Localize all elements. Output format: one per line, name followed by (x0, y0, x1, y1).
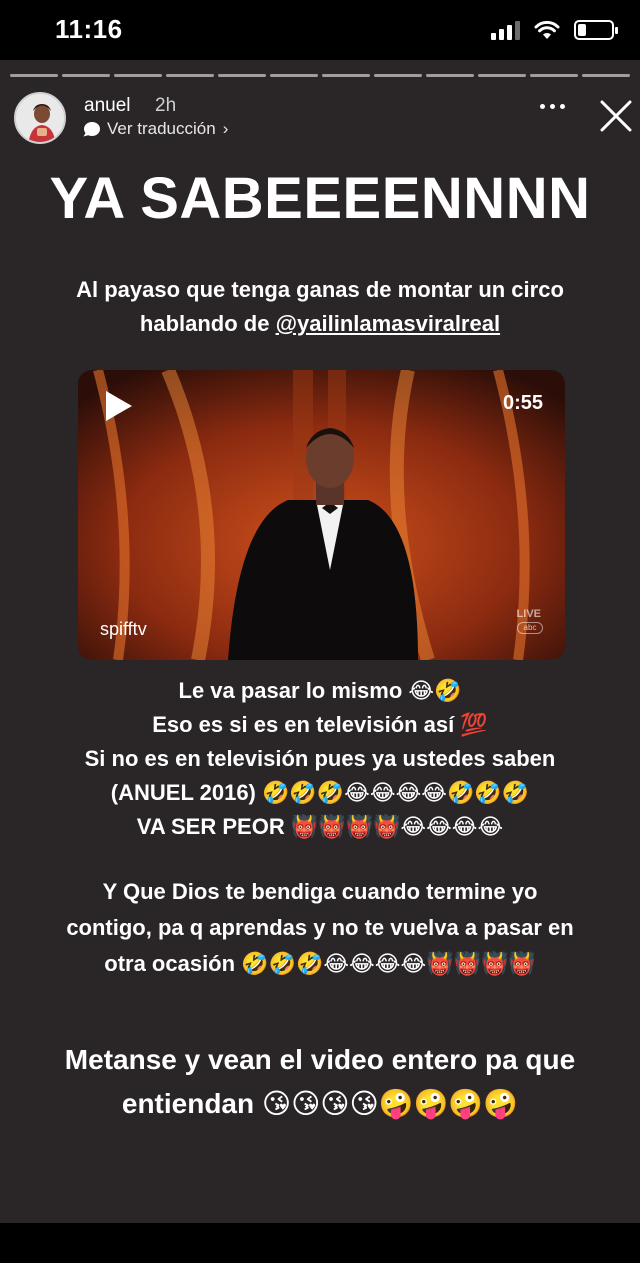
message-line: Metanse y vean el video entero pa que (64, 1044, 576, 1075)
story-viewer[interactable]: anuel 2h Ver traducción › YA SABEEEENNNN… (0, 60, 640, 1223)
progress-segment (374, 74, 422, 77)
progress-segment (478, 74, 526, 77)
progress-segment (62, 74, 110, 77)
progress-segment (530, 74, 578, 77)
avatar[interactable] (14, 92, 66, 144)
message-line: entiendan 😘😘😘😘🤪🤪🤪🤪 (121, 1088, 519, 1119)
message-line: Le va pasar lo mismo 😂🤣 (178, 678, 462, 703)
status-time: 11:16 (55, 14, 123, 44)
message-line: Si no es en televisión pues ya ustedes s… (84, 746, 556, 771)
progress-segment (582, 74, 630, 77)
video-network-logo: abc (517, 622, 543, 634)
close-icon[interactable] (598, 98, 634, 134)
progress-segment (270, 74, 318, 77)
battery-fill (578, 24, 586, 36)
intro-line-1: Al payaso que tenga ganas de montar un c… (76, 277, 564, 302)
wifi-icon (534, 20, 560, 39)
video-live-watermark: LIVE (516, 608, 541, 620)
battery-icon (574, 20, 618, 40)
intro-line-2: hablando de @yailinlamasviralreal (0, 307, 640, 341)
story-username[interactable]: anuel (84, 95, 131, 117)
intro-prefix: hablando de (139, 311, 276, 336)
translate-button[interactable]: Ver traducción › (84, 119, 228, 139)
message-block-2: Y Que Dios te bendiga cuando termine yo … (0, 874, 640, 982)
cellular-signal-icon (491, 20, 520, 40)
message-line: Y Que Dios te bendiga cuando termine yo (102, 879, 538, 904)
video-credit: spifftv (100, 619, 147, 639)
progress-segment (114, 74, 162, 77)
progress-segment (322, 74, 370, 77)
video-player[interactable]: 0:55 spifftv LIVE abc (78, 370, 565, 660)
message-line: (ANUEL 2016) 🤣🤣🤣😂😂😂😂🤣🤣🤣 (110, 780, 530, 805)
more-options-icon[interactable] (540, 104, 565, 109)
progress-segment (10, 74, 58, 77)
message-block-1: Le va pasar lo mismo 😂🤣 Eso es si es en … (0, 674, 640, 844)
video-thumbnail (78, 370, 565, 660)
story-title: YA SABEEEENNNN (49, 166, 591, 231)
progress-segment (218, 74, 266, 77)
message-line: otra ocasión 🤣🤣🤣😂😂😂😂👹👹👹👹 (104, 951, 536, 976)
message-line: Eso es si es en televisión así 💯 (152, 712, 488, 737)
story-progress-bar (10, 74, 630, 77)
progress-segment (166, 74, 214, 77)
mention-link[interactable]: @yailinlamasviralreal (276, 311, 500, 336)
bottom-bar (0, 1223, 640, 1263)
play-icon[interactable] (100, 388, 136, 424)
chevron-right-icon: › (222, 119, 229, 138)
story-time-ago: 2h (155, 95, 177, 116)
message-line: contigo, pa q aprendas y no te vuelva a … (66, 915, 574, 940)
status-icons (491, 18, 618, 42)
intro-text: Al payaso que tenga ganas de montar un c… (0, 273, 640, 341)
message-block-3: Metanse y vean el video entero pa que en… (0, 1038, 640, 1126)
status-bar: 11:16 (0, 0, 640, 60)
video-duration: 0:55 (502, 392, 543, 414)
translate-label: Ver traducción (107, 119, 216, 138)
progress-segment (426, 74, 474, 77)
message-line: VA SER PEOR 👹👹👹👹😂😂😂😂 (136, 814, 504, 839)
speech-bubble-icon (84, 122, 100, 136)
